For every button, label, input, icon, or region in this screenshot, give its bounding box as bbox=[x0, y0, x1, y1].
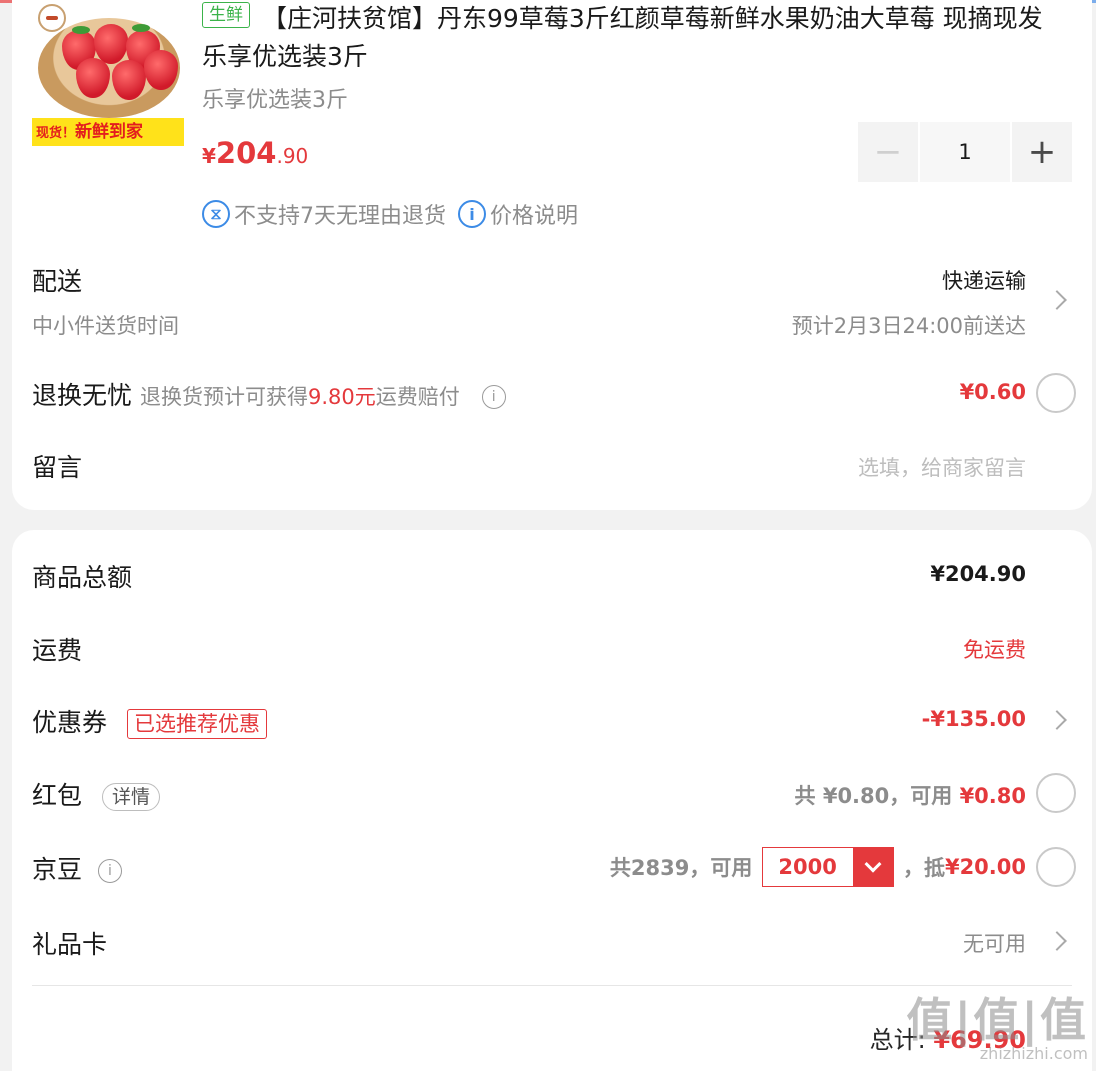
thumb-banner-small: 现货！ bbox=[36, 126, 76, 141]
info-icon: i bbox=[458, 200, 486, 228]
price-integer: 204 bbox=[215, 136, 277, 170]
return-insurance-desc: 退换货预计可获得9.80元运费赔付 bbox=[140, 385, 460, 409]
giftcard-value[interactable]: 无可用 bbox=[963, 928, 1026, 958]
return-insurance-row: 退换无忧 退换货预计可获得9.80元运费赔付 i bbox=[32, 376, 506, 412]
chevron-down-icon[interactable] bbox=[852, 848, 893, 886]
watermark-brand: 值|值|值 bbox=[906, 993, 1088, 1047]
redpacket-row: 红包 详情 bbox=[32, 776, 160, 812]
redpacket-radio[interactable] bbox=[1036, 773, 1076, 813]
return-insurance-radio[interactable] bbox=[1036, 373, 1076, 413]
jingdou-deduct: ¥20.00 bbox=[944, 855, 1026, 879]
redpacket-available: ¥0.80 bbox=[959, 784, 1026, 808]
no-return-icon: ⧖ bbox=[202, 200, 230, 228]
quantity-input[interactable]: 1 bbox=[920, 122, 1010, 182]
jingdou-radio[interactable] bbox=[1036, 847, 1076, 887]
coupon-row: 优惠券 已选推荐优惠 bbox=[32, 703, 267, 739]
divider bbox=[32, 985, 1072, 986]
coupon-tag: 已选推荐优惠 bbox=[126, 709, 267, 739]
jingdou-label: 京豆 bbox=[32, 855, 83, 884]
quantity-stepper: − 1 + bbox=[858, 122, 1072, 182]
shop-logo-icon bbox=[38, 4, 66, 32]
jingdou-select[interactable]: 2000 bbox=[761, 847, 894, 887]
jingdou-total: 共2839，可用 bbox=[609, 856, 753, 880]
product-notices: ⧖ 不支持7天无理由退货 i 价格说明 bbox=[202, 198, 578, 230]
delivery-sub-label: 中小件送货时间 bbox=[32, 314, 179, 338]
giftcard-label: 礼品卡 bbox=[32, 930, 108, 959]
redpacket-label: 红包 bbox=[32, 781, 83, 810]
product-title[interactable]: 【庄河扶贫馆】丹东99草莓3斤红颜草莓新鲜水果奶油大草莓 现摘现发 乐享优选装3… bbox=[202, 0, 1062, 76]
return-desc-amount: 9.80元 bbox=[307, 385, 376, 409]
watermark: 值|值|值 zhizhizhi.com bbox=[906, 996, 1088, 1063]
chevron-right-icon[interactable] bbox=[1047, 710, 1067, 730]
leaf-image bbox=[72, 26, 90, 34]
goods-total-value: ¥204.90 bbox=[930, 562, 1026, 586]
return-insurance-price: ¥0.60 bbox=[959, 380, 1026, 404]
info-icon[interactable]: i bbox=[97, 859, 122, 883]
increase-button[interactable]: + bbox=[1012, 122, 1072, 182]
fresh-tag: 生鲜 bbox=[202, 2, 250, 28]
price-explanation-link[interactable]: 价格说明 bbox=[490, 198, 578, 230]
message-label: 留言 bbox=[32, 453, 83, 482]
coupon-label: 优惠券 bbox=[32, 708, 108, 737]
leaf-image bbox=[132, 24, 150, 32]
price-symbol: ¥ bbox=[202, 144, 216, 168]
delivery-label: 配送 bbox=[32, 267, 83, 296]
goods-total-label: 商品总额 bbox=[32, 563, 133, 592]
product-thumbnail[interactable]: 现货！新鲜到家 bbox=[32, 0, 184, 150]
decrease-button[interactable]: − bbox=[858, 122, 918, 182]
jingdou-select-value: 2000 bbox=[778, 855, 837, 879]
info-icon[interactable]: i bbox=[481, 385, 506, 409]
shipping-label: 运费 bbox=[32, 636, 83, 665]
message-input[interactable]: 选填，给商家留言 bbox=[858, 452, 1026, 482]
redpacket-detail-button[interactable]: 详情 bbox=[101, 783, 160, 811]
no-return-notice[interactable]: 不支持7天无理由退货 bbox=[234, 198, 446, 230]
product-spec: 乐享优选装3斤 bbox=[202, 88, 348, 113]
price-summary-card: 商品总额 ¥204.90 运费 免运费 优惠券 已选推荐优惠 -¥135.00 … bbox=[12, 530, 1092, 1071]
return-desc-prefix: 退换货预计可获得 bbox=[139, 385, 308, 409]
product-price: ¥204.90 bbox=[202, 136, 308, 170]
redpacket-total: 共 ¥0.80，可用 bbox=[794, 784, 960, 808]
return-desc-suffix: 运费赔付 bbox=[375, 385, 460, 409]
chevron-right-icon[interactable] bbox=[1047, 931, 1067, 951]
redpacket-value: 共 ¥0.80，可用 ¥0.80 bbox=[795, 780, 1026, 810]
delivery-method[interactable]: 快递运输 bbox=[942, 265, 1026, 295]
jingdou-row: 京豆 i bbox=[32, 850, 122, 886]
jingdou-deduct-prefix: ，抵 bbox=[902, 856, 945, 880]
thumb-banner-big: 新鲜到家 bbox=[75, 122, 144, 142]
order-item-card: 现货！新鲜到家 【庄河扶贫馆】丹东99草莓3斤红颜草莓新鲜水果奶油大草莓 现摘现… bbox=[12, 0, 1092, 510]
coupon-value[interactable]: -¥135.00 bbox=[922, 707, 1026, 731]
price-decimal: .90 bbox=[276, 144, 309, 168]
shipping-value: 免运费 bbox=[963, 638, 1026, 662]
jingdou-value: 共2839，可用 2000 ，抵¥20.00 bbox=[610, 847, 1026, 887]
return-insurance-label: 退换无忧 bbox=[32, 381, 133, 410]
chevron-right-icon[interactable] bbox=[1047, 290, 1067, 310]
delivery-eta[interactable]: 预计2月3日24:00前送达 bbox=[792, 310, 1026, 340]
thumb-banner: 现货！新鲜到家 bbox=[32, 118, 184, 146]
